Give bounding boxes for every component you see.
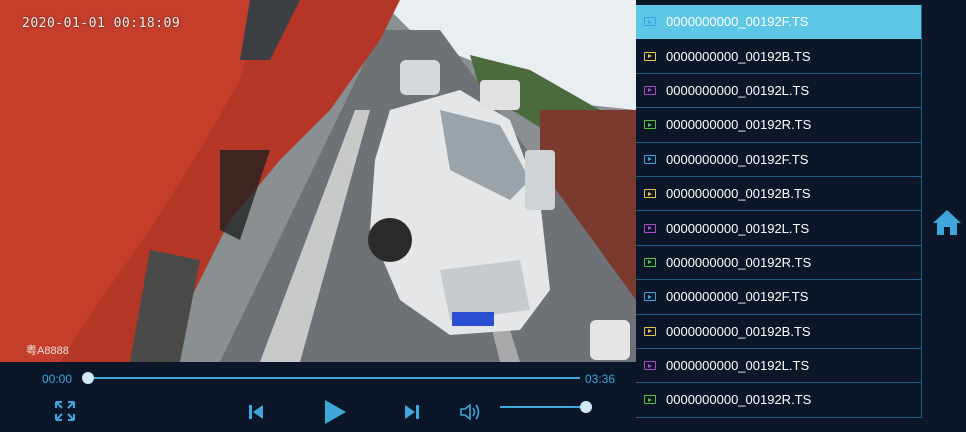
player-controls: 00:00 03:36 bbox=[0, 362, 636, 432]
file-list-item[interactable]: 0000000000_00192B.TS bbox=[636, 314, 922, 349]
video-file-icon bbox=[644, 51, 656, 61]
video-file-icon bbox=[644, 257, 656, 267]
previous-button[interactable] bbox=[244, 400, 268, 424]
file-list-item[interactable]: 0000000000_00192R.TS bbox=[636, 383, 922, 418]
progress-slider[interactable] bbox=[82, 372, 580, 384]
volume-slider[interactable] bbox=[500, 401, 592, 413]
file-name: 0000000000_00192R.TS bbox=[666, 392, 812, 408]
home-button[interactable] bbox=[932, 208, 962, 241]
video-file-icon bbox=[644, 361, 656, 371]
next-button[interactable] bbox=[400, 400, 424, 424]
play-button[interactable] bbox=[318, 396, 350, 428]
video-timestamp: 2020-01-01 00:18:09 bbox=[22, 16, 181, 31]
video-watermark: 粤A8888 bbox=[26, 345, 69, 357]
video-file-icon bbox=[644, 292, 656, 302]
video-file-icon bbox=[644, 326, 656, 336]
home-icon bbox=[933, 210, 961, 235]
file-name: 0000000000_00192L.TS bbox=[666, 220, 810, 236]
file-list-item[interactable]: 0000000000_00192F.TS bbox=[636, 5, 922, 40]
file-list-item[interactable]: 0000000000_00192B.TS bbox=[636, 39, 922, 74]
file-list-item[interactable]: 0000000000_00192R.TS bbox=[636, 245, 922, 281]
play-icon bbox=[325, 400, 346, 424]
volume-icon bbox=[460, 403, 480, 421]
video-file-icon bbox=[644, 17, 656, 27]
video-file-icon bbox=[644, 85, 656, 95]
file-list-item[interactable]: 0000000000_00192B.TS bbox=[636, 176, 922, 212]
file-name: 0000000000_00192L.TS bbox=[666, 82, 810, 98]
file-name: 0000000000_00192F.TS bbox=[666, 289, 809, 305]
progress-thumb[interactable] bbox=[82, 372, 94, 384]
volume-thumb[interactable] bbox=[580, 401, 592, 413]
file-name: 0000000000_00192F.TS bbox=[666, 14, 809, 30]
file-list-item[interactable]: 0000000000_00192F.TS bbox=[636, 142, 922, 177]
file-list-item[interactable]: 0000000000_00192L.TS bbox=[636, 73, 922, 109]
file-name: 0000000000_00192L.TS bbox=[666, 358, 810, 374]
file-list-item[interactable]: 0000000000_00192L.TS bbox=[636, 211, 922, 246]
current-time: 00:00 bbox=[42, 372, 73, 386]
skip-next-icon bbox=[405, 405, 419, 419]
volume-button[interactable] bbox=[458, 400, 482, 424]
file-list: 0000000000_00192F.TS 0000000000_00192B.TS… bbox=[636, 5, 922, 432]
file-list-item[interactable]: 0000000000_00192R.TS bbox=[636, 108, 922, 143]
file-name: 0000000000_00192R.TS bbox=[666, 254, 812, 270]
fullscreen-button[interactable] bbox=[52, 398, 78, 424]
file-name: 0000000000_00192R.TS bbox=[666, 117, 812, 133]
file-list-item[interactable]: 0000000000_00192L.TS bbox=[636, 348, 922, 384]
file-name: 0000000000_00192F.TS bbox=[666, 151, 809, 167]
video-file-icon bbox=[644, 120, 656, 130]
video-file-icon bbox=[644, 154, 656, 164]
duration-time: 03:36 bbox=[585, 372, 616, 386]
fullscreen-icon bbox=[55, 401, 75, 421]
video-file-icon bbox=[644, 223, 656, 233]
file-name: 0000000000_00192B.TS bbox=[666, 186, 811, 202]
file-list-item[interactable]: 0000000000_00192F.TS bbox=[636, 280, 922, 315]
skip-previous-icon bbox=[249, 405, 263, 419]
file-name: 0000000000_00192B.TS bbox=[666, 48, 811, 64]
video-file-icon bbox=[644, 395, 656, 405]
video-image bbox=[0, 0, 636, 362]
video-file-icon bbox=[644, 189, 656, 199]
file-name: 0000000000_00192B.TS bbox=[666, 323, 811, 339]
video-frame[interactable]: 2020-01-01 00:18:09 粤A8888 bbox=[0, 0, 636, 362]
